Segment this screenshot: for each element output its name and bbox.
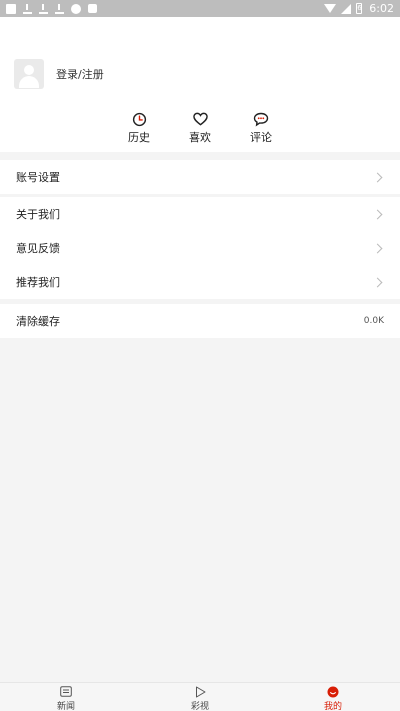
comment-icon bbox=[241, 111, 281, 127]
download-icon bbox=[39, 3, 48, 14]
cache-menu: 清除缓存 0.0K bbox=[0, 304, 400, 338]
chevron-right-icon bbox=[372, 243, 383, 253]
profile-card: 登录/注册 历史 喜欢 评论 bbox=[0, 17, 400, 152]
account-settings-label: 账号设置 bbox=[16, 171, 60, 184]
clock-icon bbox=[119, 111, 159, 127]
status-bar: 6 6:02 bbox=[0, 0, 400, 17]
about-us-label: 关于我们 bbox=[16, 208, 60, 221]
about-us-row[interactable]: 关于我们 bbox=[0, 197, 400, 231]
tab-news[interactable]: 新闻 bbox=[46, 686, 86, 711]
clear-cache-label: 清除缓存 bbox=[16, 315, 60, 328]
feedback-label: 意见反馈 bbox=[16, 242, 60, 255]
battery-icon: 6 bbox=[356, 3, 363, 14]
account-menu: 账号设置 bbox=[0, 160, 400, 194]
profile-icon bbox=[313, 686, 353, 698]
info-menu: 关于我们 意见反馈 推荐我们 bbox=[0, 197, 400, 299]
notification-square-icon bbox=[88, 4, 97, 13]
avatar-head bbox=[24, 65, 34, 75]
app-notification-icon bbox=[6, 3, 16, 14]
login-register-link[interactable]: 登录/注册 bbox=[56, 66, 104, 82]
notification-icons bbox=[6, 3, 97, 14]
download-icon bbox=[23, 3, 32, 14]
history-button[interactable]: 历史 bbox=[119, 111, 159, 145]
news-icon bbox=[46, 686, 86, 698]
history-label: 历史 bbox=[128, 131, 150, 144]
recommend-label: 推荐我们 bbox=[16, 276, 60, 289]
favorites-label: 喜欢 bbox=[189, 131, 211, 144]
tab-video[interactable]: 彩视 bbox=[180, 686, 220, 711]
chevron-right-icon bbox=[372, 277, 383, 287]
system-icons: 6 6:02 bbox=[324, 2, 394, 15]
clear-cache-row[interactable]: 清除缓存 0.0K bbox=[0, 304, 400, 338]
cache-size-value: 0.0K bbox=[363, 316, 384, 326]
tab-profile[interactable]: 我的 bbox=[313, 686, 353, 711]
comments-button[interactable]: 评论 bbox=[241, 111, 281, 145]
play-icon bbox=[180, 686, 220, 698]
heart-icon bbox=[180, 111, 220, 127]
bottom-navigation: 新闻 彩视 我的 bbox=[0, 682, 400, 711]
tab-video-label: 彩视 bbox=[190, 702, 209, 711]
chevron-right-icon bbox=[372, 172, 383, 182]
tab-news-label: 新闻 bbox=[56, 702, 75, 711]
avatar[interactable] bbox=[14, 59, 44, 89]
download-icon bbox=[55, 3, 64, 14]
favorites-button[interactable]: 喜欢 bbox=[180, 111, 220, 145]
clock-time: 6:02 bbox=[369, 2, 394, 15]
signal-icon bbox=[341, 3, 352, 14]
feedback-row[interactable]: 意见反馈 bbox=[0, 231, 400, 265]
account-settings-row[interactable]: 账号设置 bbox=[0, 160, 400, 194]
notification-circle-icon bbox=[71, 3, 81, 14]
recommend-row[interactable]: 推荐我们 bbox=[0, 265, 400, 299]
wifi-icon bbox=[324, 4, 337, 13]
avatar-body bbox=[19, 76, 39, 88]
comments-label: 评论 bbox=[250, 131, 272, 144]
tab-profile-label: 我的 bbox=[323, 702, 342, 711]
chevron-right-icon bbox=[372, 209, 383, 219]
